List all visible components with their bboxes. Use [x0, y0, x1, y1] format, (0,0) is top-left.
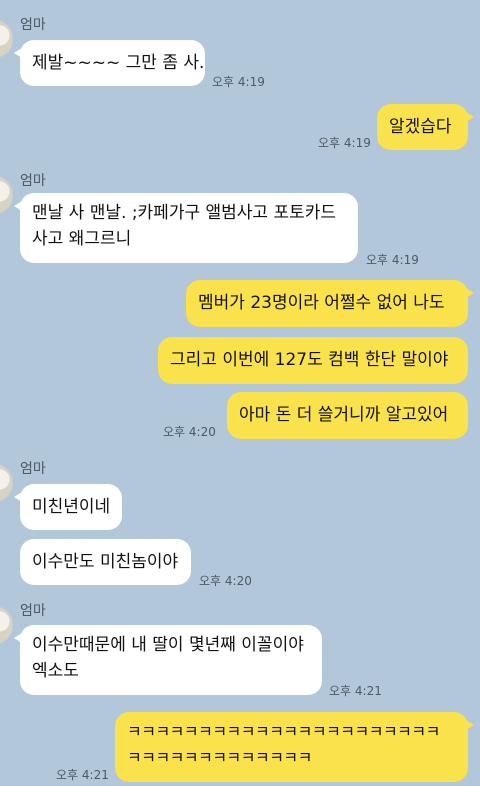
sender-name: 엄마 — [20, 17, 46, 33]
sender-name: 엄마 — [20, 173, 46, 189]
message-time: 오후 4:21 — [56, 768, 109, 782]
message-text: 멤버가 23명이라 어쩔수 없어 나도 — [198, 293, 445, 313]
sender-avatar[interactable] — [0, 464, 13, 502]
message-text-line-2: ㅋㅋㅋㅋㅋㅋㅋㅋㅋㅋㅋㅋㅋ — [127, 748, 312, 767]
message-text-line-1: ㅋㅋㅋㅋㅋㅋㅋㅋㅋㅋㅋㅋㅋㅋㅋㅋㅋㅋㅋㅋㅋㅋ — [127, 722, 440, 741]
message-text: 이수만도 미친놈이야 — [32, 552, 179, 572]
sender-avatar[interactable] — [0, 606, 13, 644]
message-bubble[interactable]: 알겠습다 — [377, 104, 474, 150]
message-time: 오후 4:20 — [199, 574, 252, 588]
sender-avatar[interactable] — [0, 20, 13, 58]
message-time: 오후 4:19 — [212, 75, 265, 89]
message-text-line-2: 사고 왜그르니 — [32, 229, 132, 249]
message-bubble[interactable]: 미친년이네 — [14, 484, 122, 530]
message-text-line-1: 이수만때문에 내 딸이 몇년째 이꼴이야 — [32, 635, 304, 655]
message-time: 오후 4:20 — [163, 425, 216, 439]
message-text: 알겠습다 — [389, 117, 452, 137]
message-bubble[interactable]: 이수만도 미친놈이야 — [20, 539, 191, 585]
message-text: 제발~~~~ 그만 좀 사. — [32, 53, 205, 73]
sender-name: 엄마 — [20, 461, 46, 477]
sender-name: 엄마 — [20, 603, 46, 619]
message-bubble[interactable]: 아마 돈 더 쓸거니까 알고있어 — [227, 392, 468, 439]
sender-avatar[interactable] — [0, 176, 13, 214]
message-text: 그리고 이번에 127도 컴백 한단 말이야 — [170, 350, 449, 370]
message-bubble[interactable]: 맨날 사 맨날. ;카페가구 앨범사고 포토카드 사고 왜그르니 — [14, 193, 358, 263]
message-text-line-2: 엑소도 — [32, 661, 79, 681]
message-time: 오후 4:19 — [366, 253, 419, 267]
message-time: 오후 4:21 — [329, 684, 382, 698]
message-text: 아마 돈 더 쓸거니까 알고있어 — [239, 405, 449, 425]
message-bubble[interactable]: 멤버가 23명이라 어쩔수 없어 나도 — [186, 280, 474, 327]
message-bubble[interactable]: 이수만때문에 내 딸이 몇년째 이꼴이야 엑소도 — [14, 625, 322, 695]
message-text-line-1: 맨날 사 맨날. ;카페가구 앨범사고 포토카드 — [32, 203, 337, 223]
message-bubble[interactable]: 제발~~~~ 그만 좀 사. — [14, 40, 205, 86]
message-bubble[interactable]: ㅋㅋㅋㅋㅋㅋㅋㅋㅋㅋㅋㅋㅋㅋㅋㅋㅋㅋㅋㅋㅋㅋ ㅋㅋㅋㅋㅋㅋㅋㅋㅋㅋㅋㅋㅋ — [115, 712, 474, 782]
message-time: 오후 4:19 — [318, 136, 371, 150]
message-bubble[interactable]: 그리고 이번에 127도 컴백 한단 말이야 — [158, 337, 468, 384]
message-text: 미친년이네 — [32, 497, 111, 517]
